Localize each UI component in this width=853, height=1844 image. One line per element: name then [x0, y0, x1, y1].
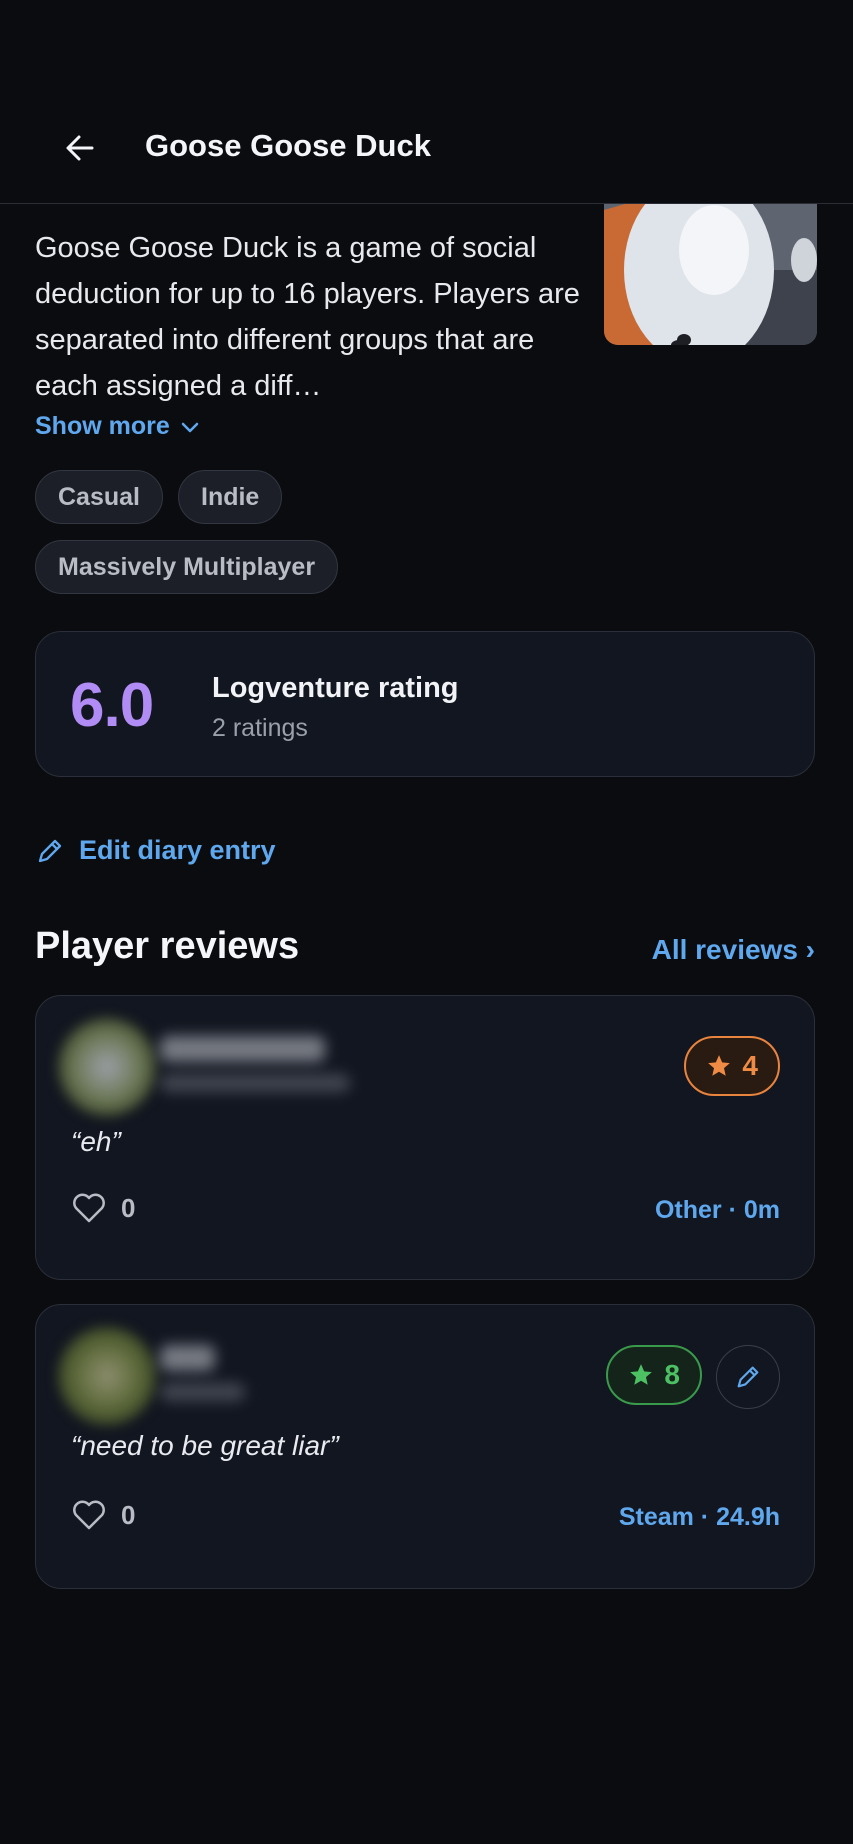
review-card[interactable]: 4 “eh” 0 Other · 0m	[35, 995, 815, 1280]
arrow-left-icon	[66, 135, 94, 161]
avatar[interactable]	[58, 1327, 156, 1425]
rating-label: Logventure rating	[212, 672, 459, 704]
tag-casual[interactable]: Casual	[35, 470, 163, 524]
review-source: Other · 0m	[654, 1196, 780, 1224]
rating-value: 8	[664, 1359, 680, 1390]
back-button[interactable]	[60, 128, 100, 168]
like-button[interactable]: 0	[71, 1499, 135, 1531]
heart-icon	[73, 1500, 105, 1530]
top-app-bar: Goose Goose Duck	[0, 0, 853, 204]
rating-count: 2 ratings	[212, 714, 308, 742]
like-count: 0	[121, 1192, 136, 1223]
reviewer-name-blurred	[160, 1345, 215, 1371]
reviewer-name-blurred	[160, 1036, 325, 1062]
edit-diary-label: Edit diary entry	[79, 835, 276, 865]
player-reviews-title: Player reviews	[35, 925, 300, 967]
show-more-label: Show more	[35, 412, 170, 440]
reviewer-handle-blurred	[160, 1383, 245, 1401]
pencil-icon	[737, 1366, 759, 1388]
rating-badge: 8	[606, 1345, 702, 1405]
page-title: Goose Goose Duck	[145, 128, 431, 163]
edit-diary-button[interactable]: Edit diary entry	[35, 835, 276, 866]
show-more-button[interactable]: Show more	[35, 412, 200, 441]
chevron-down-icon	[181, 422, 198, 432]
review-card[interactable]: 8 “need to be great liar” 0 Steam · 24.9…	[35, 1304, 815, 1589]
edit-review-button[interactable]	[716, 1345, 780, 1409]
review-source: Steam · 24.9h	[618, 1503, 780, 1531]
tag-massively-multiplayer[interactable]: Massively Multiplayer	[35, 540, 339, 594]
review-quote: “eh”	[71, 1126, 121, 1157]
like-count: 0	[121, 1499, 136, 1530]
rating-value: 4	[742, 1050, 758, 1081]
heart-icon	[73, 1193, 105, 1223]
reviewer-handle-blurred	[160, 1074, 350, 1092]
game-description: Goose Goose Duck is a game of social ded…	[35, 232, 580, 402]
tag-indie[interactable]: Indie	[178, 470, 283, 524]
all-reviews-link[interactable]: All reviews ›	[652, 934, 815, 966]
star-icon	[708, 1055, 731, 1076]
star-icon	[630, 1364, 653, 1385]
pencil-icon	[38, 839, 62, 862]
rating-card: 6.0 Logventure rating 2 ratings	[35, 631, 815, 777]
rating-badge: 4	[684, 1036, 780, 1096]
avatar[interactable]	[58, 1018, 156, 1116]
like-button[interactable]: 0	[71, 1192, 135, 1224]
rating-score: 6.0	[70, 671, 154, 740]
review-quote: “need to be great liar”	[71, 1430, 339, 1461]
